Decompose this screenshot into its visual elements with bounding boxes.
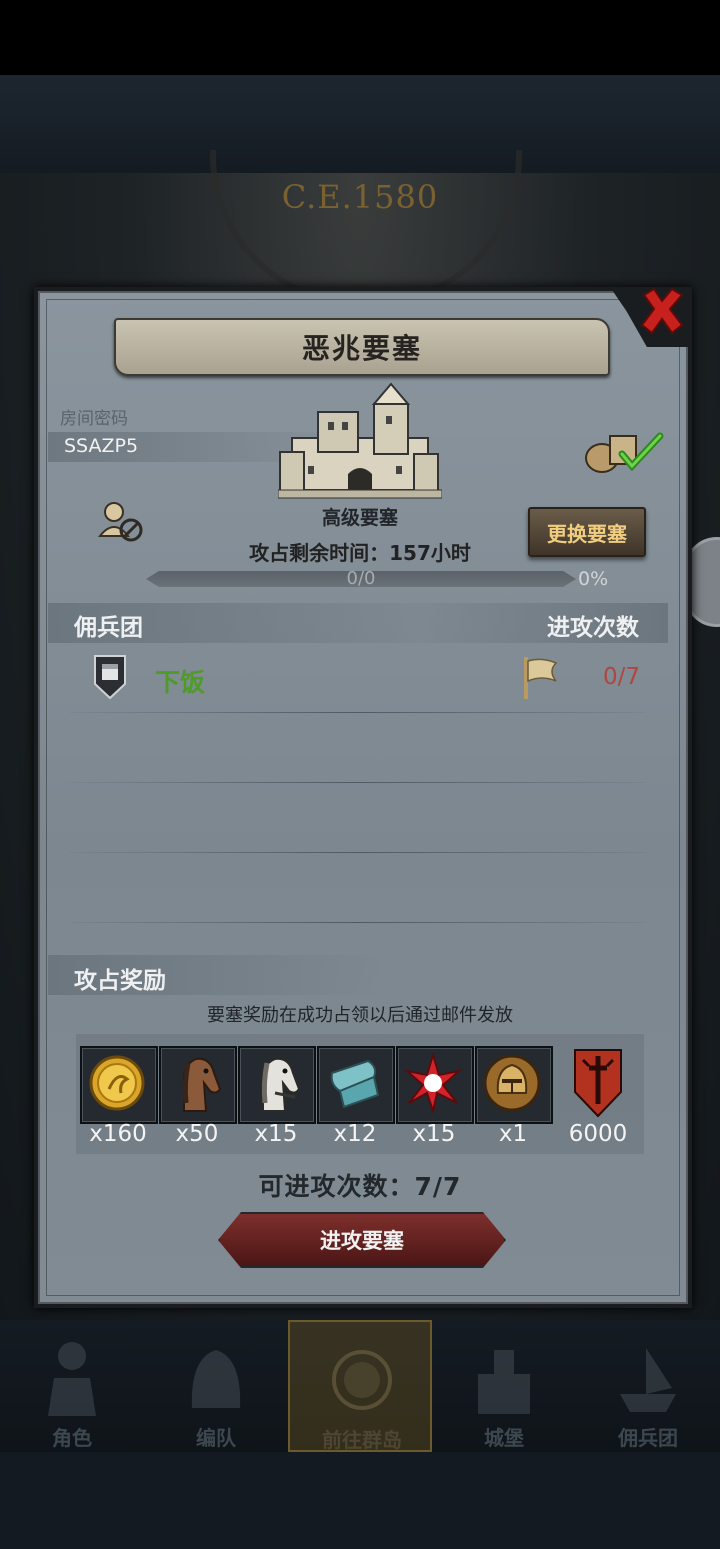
nav-label: 前往群岛 [322,1428,402,1452]
change-fortress-button[interactable]: 更换要塞 [528,507,646,557]
system-nav-bar [0,1452,720,1549]
castle-icon [278,382,442,499]
row-divider [70,712,646,713]
attack-fortress-button[interactable]: 进攻要塞 [218,1212,506,1268]
knight-icon [48,1342,96,1416]
compass-globe-icon [332,1350,392,1410]
kick-member-icon[interactable] [98,500,144,544]
red-star-gem-icon [403,1053,463,1113]
guild-shield-icon [94,655,126,700]
progress-percent: 0% [578,568,609,590]
reward-item-cloth[interactable] [317,1046,395,1124]
member-attack-count: 0/7 [603,664,641,690]
remaining-attempts: 可进攻次数：7/7 [258,1172,462,1201]
row-divider [70,852,646,853]
knight-helmet-coin-icon [483,1054,541,1112]
attack-count-title: 进攻次数 [547,615,639,641]
reward-qty: 6000 [568,1121,628,1147]
cloth-roll-icon [330,1059,380,1109]
reward-qty: x12 [333,1121,377,1147]
dialog-title: 恶兆要塞 [301,332,422,365]
nav-item-mercenary[interactable]: 佣兵团 [576,1320,720,1452]
bottom-nav: 角色 编队 前往群岛 城堡 佣兵团 [0,1320,720,1452]
attack-fortress-label: 进攻要塞 [320,1229,404,1253]
room-password-label: 房间密码 [60,409,128,429]
reward-qty: x160 [89,1121,147,1147]
status-bar [0,0,720,75]
reward-item-white-horse[interactable] [238,1046,316,1124]
close-button[interactable] [636,285,688,337]
close-icon [640,287,684,335]
helmet-icon [191,1350,241,1408]
nav-label: 角色 [52,1426,92,1450]
white-horse-icon [261,1057,301,1112]
brown-horse-icon [182,1057,222,1112]
era-label: C.E.1580 [281,178,439,216]
nav-item-formation[interactable]: 编队 [144,1320,288,1452]
gold-coin-icon [89,1055,145,1111]
reward-item-star-gem[interactable] [396,1046,474,1124]
nav-item-castle[interactable]: 城堡 [432,1320,576,1452]
reward-item-brown-horse[interactable] [159,1046,237,1124]
castle-nav-icon [478,1350,530,1414]
room-code[interactable]: SSAZP5 [64,435,138,457]
reward-qty: x1 [498,1121,528,1147]
title-banner: 恶兆要塞 [114,318,610,376]
nav-label: 城堡 [484,1426,524,1450]
reward-item-gold[interactable] [80,1046,158,1124]
mercenary-name[interactable]: 下饭 [155,663,205,699]
reward-item-helmet-coin[interactable] [475,1046,553,1124]
progress-count: 0/0 [346,568,376,589]
loot-bag-check-icon[interactable] [584,424,664,476]
ship-icon [620,1348,676,1412]
reward-qty: x15 [254,1121,298,1147]
reward-qty: x50 [175,1121,219,1147]
change-fortress-label: 更换要塞 [547,521,627,546]
nav-item-character[interactable]: 角色 [0,1320,144,1452]
reward-qty: x15 [412,1121,456,1147]
fortress-grade: 高级要塞 [321,507,398,529]
time-remaining: 攻占剩余时间：157小时 [249,541,471,565]
nav-label: 编队 [196,1426,236,1450]
nav-item-islands[interactable]: 前往群岛 [288,1320,432,1452]
reward-note: 要塞奖励在成功占领以后通过邮件发放 [207,1005,513,1026]
sword-crest-icon[interactable] [573,1048,623,1118]
row-divider [70,782,646,783]
reward-section-title: 攻占奖励 [74,968,166,994]
flag-icon [524,657,558,699]
row-divider [70,922,646,923]
nav-label: 佣兵团 [618,1426,678,1450]
mercenary-section-title: 佣兵团 [74,615,143,641]
